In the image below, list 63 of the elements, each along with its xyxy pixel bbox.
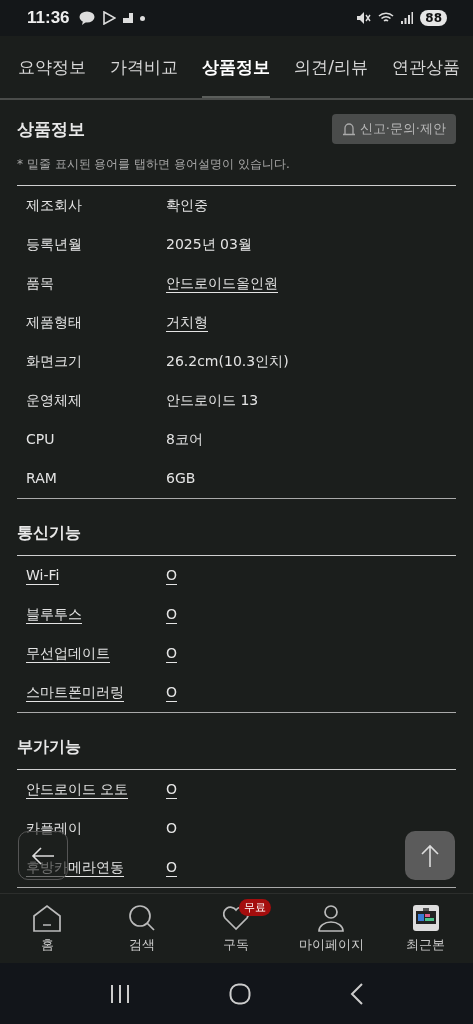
term-link[interactable]: 무선업데이트 (26, 644, 110, 663)
value-link[interactable]: O (166, 566, 178, 585)
spec-value: 6GB (166, 469, 196, 488)
spec-value: O (166, 819, 178, 838)
home-icon (32, 903, 63, 933)
tab[interactable]: 의견/리뷰 (294, 36, 368, 98)
back-icon[interactable] (349, 982, 364, 1005)
spec-value: 확인중 (166, 196, 208, 215)
siren-icon (341, 122, 356, 136)
nav-item[interactable]: 최근본 (380, 903, 471, 954)
recent-apps-icon[interactable] (109, 984, 132, 1003)
term-link[interactable]: 블루투스 (26, 605, 82, 624)
value-link[interactable]: O (166, 780, 178, 799)
spec-label: CPU (26, 430, 55, 449)
value-link[interactable]: O (166, 605, 178, 624)
value-link[interactable]: O (166, 858, 178, 877)
spec-value: 2025년 03월 (166, 235, 252, 254)
tab[interactable]: 연관상품 (392, 36, 460, 98)
signal-icon (401, 12, 414, 24)
spec-label: 제품형태 (26, 313, 82, 332)
nav-item[interactable]: 마이페이지 (286, 903, 377, 954)
battery-level: 88 (420, 10, 447, 26)
wifi-icon (378, 12, 395, 24)
spec-label: 운영체제 (26, 391, 82, 410)
spec-label: 품목 (26, 274, 54, 293)
play-icon (101, 11, 116, 25)
up-arrow-icon (420, 843, 440, 868)
section-title: 부가기능 (17, 713, 456, 770)
search-icon (126, 903, 157, 933)
report-button[interactable]: 신고·문의·제안 (331, 114, 456, 144)
dot-icon (139, 15, 145, 21)
value-link[interactable]: 거치형 (166, 313, 208, 332)
spec-label: 제조회사 (26, 196, 82, 215)
tab[interactable]: 가격비교 (110, 36, 179, 98)
spec-label: 화면크기 (26, 352, 82, 371)
scroll-top-button[interactable] (405, 831, 455, 880)
term-link[interactable]: Wi-Fi (26, 566, 60, 585)
home-icon[interactable] (229, 982, 252, 1005)
spec-value: 26.2cm(10.3인치) (166, 352, 289, 371)
tab[interactable]: 상품정보 (202, 36, 271, 98)
chat-bubble-icon (78, 11, 95, 25)
app-icon (122, 13, 133, 23)
spec-value: 8코어 (166, 430, 203, 449)
spec-label: 카플레이 (26, 819, 82, 838)
term-link[interactable]: 스마트폰미러링 (26, 683, 124, 702)
status-time: 11:36 (27, 8, 70, 28)
term-link[interactable]: 후방카메라연동 (26, 858, 124, 877)
spec-value: 안드로이드 13 (166, 391, 259, 410)
section-title: 통신기능 (17, 499, 456, 556)
value-link[interactable]: O (166, 683, 178, 702)
free-badge: 무료 (239, 899, 272, 916)
term-link[interactable]: 안드로이드 오토 (26, 780, 129, 799)
person-icon (316, 903, 347, 933)
tab[interactable]: 요약정보 (18, 36, 86, 98)
spec-label: 등록년월 (26, 235, 82, 254)
spec-label: RAM (26, 469, 57, 488)
section-title: 상품정보 (17, 117, 85, 141)
value-link[interactable]: O (166, 644, 178, 663)
mute-icon (357, 12, 372, 24)
nav-item[interactable]: 홈 (2, 903, 93, 954)
nav-item[interactable]: 검색 (96, 903, 187, 954)
value-link[interactable]: 안드로이드올인원 (166, 274, 278, 293)
hint-text: * 밑줄 표시된 용어를 탭하면 용어설명이 있습니다. (17, 156, 456, 186)
